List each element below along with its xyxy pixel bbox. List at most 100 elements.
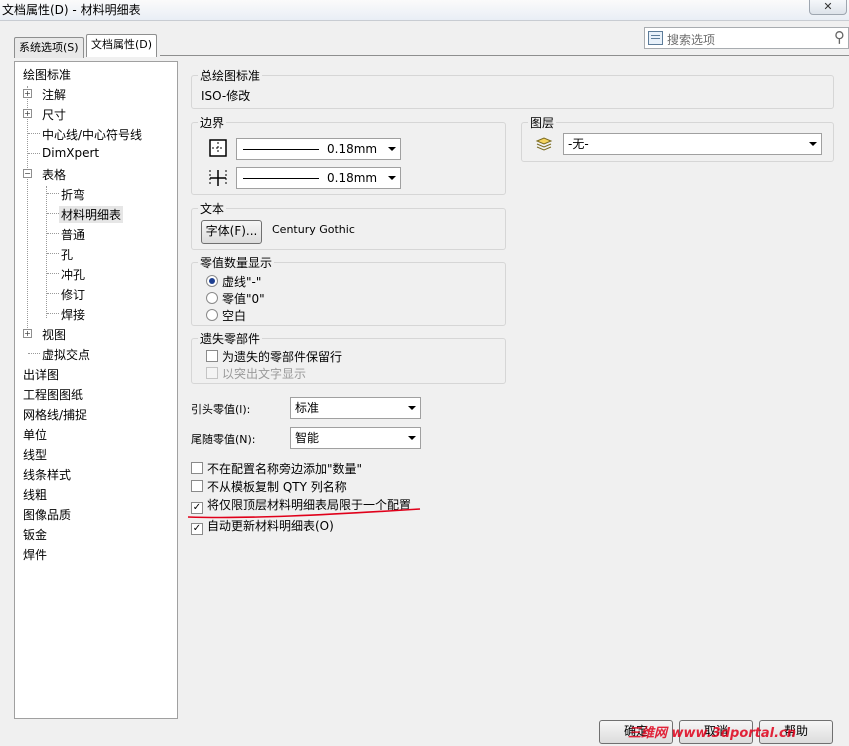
tree-item-units[interactable]: 单位 [23,426,47,443]
leading-zeros-value: 标准 [295,401,320,415]
tree-item-line-thickness[interactable]: 线粗 [23,486,47,503]
tree-item-bom[interactable]: 材料明细表 [59,206,124,223]
title-bar: 文档属性(D) - 材料明细表 ✕ [0,0,849,21]
tree-item-dimensions[interactable]: 尺寸 [42,106,66,123]
search-input[interactable]: 搜索选项 ⚲ [644,27,849,49]
missing-components-label: 遗失零部件 [198,330,263,347]
overall-standard-group: 总绘图标准 ISO-修改 [191,67,834,109]
tree-line [47,253,59,254]
radio-zero[interactable]: 零值"0" [206,290,265,307]
tree-line [47,193,59,194]
tree-item-line-style[interactable]: 线条样式 [23,466,71,483]
tree-item-bend[interactable]: 折弯 [61,186,85,203]
no-quantity-checkbox[interactable]: 不在配置名称旁边添加"数量" [191,460,362,477]
tree-item-centerlines[interactable]: 中心线/中心符号线 [42,126,142,143]
search-placeholder: 搜索选项 [667,33,716,47]
tree-line [47,313,59,314]
checkbox-icon [191,462,203,474]
tree-item-line-font[interactable]: 线型 [23,446,47,463]
overall-standard-label: 总绘图标准 [198,67,263,84]
border-label: 边界 [198,114,227,131]
watermark-text: 三维网 www.3dportal.cn [628,726,797,741]
tab-system-options[interactable]: 系统选项(S) [14,37,84,58]
expand-icon[interactable]: + [23,109,32,118]
search-icon[interactable]: ⚲ [834,28,845,46]
tree-item-grid-snap[interactable]: 网格线/捕捉 [23,406,87,423]
tree-item-image-quality[interactable]: 图像品质 [23,506,71,523]
tree-item-views[interactable]: 视图 [42,326,66,343]
tree-item-tables[interactable]: 表格 [42,166,66,183]
chevron-down-icon [388,147,396,151]
border-group: 边界 0.18mm 0.18mm [191,114,506,195]
checkbox-label: 自动更新材料明细表(O) [207,519,334,533]
tab-document-properties[interactable]: 文档属性(D) [86,34,158,57]
leading-zeros-select[interactable]: 标准 [290,397,421,419]
tree-line [47,233,59,234]
grid-border-value: 0.18mm [327,171,378,185]
leading-zeros-label: 引头零值(l): [191,403,251,416]
collapse-icon[interactable]: − [23,169,32,178]
tree-item-weldments[interactable]: 焊件 [23,546,47,563]
tree-item-revision[interactable]: 修订 [61,286,85,303]
zero-quantity-label: 零值数量显示 [198,254,275,271]
layers-icon [535,137,553,151]
red-underline-annotation [187,508,421,519]
trailing-zeros-label: 尾随零值(N): [191,433,256,446]
tab-label: 文档属性(D) [91,38,153,51]
chevron-down-icon [408,436,416,440]
grid-border-thickness-select[interactable]: 0.18mm [236,167,401,189]
checkbox-label: 为遗失的零部件保留行 [222,350,343,364]
font-name: Century Gothic [272,223,355,236]
layer-label: 图层 [528,114,557,131]
tree-line [28,153,40,154]
radio-icon [206,309,218,321]
tree-item-drawing-sheets[interactable]: 工程图图纸 [23,386,83,403]
overall-standard-value: ISO-修改 [201,89,251,103]
tree-item-general[interactable]: 普通 [61,226,85,243]
strikeout-checkbox[interactable]: 以突出文字显示 [206,365,306,382]
tree-item-dimxpert[interactable]: DimXpert [42,146,99,160]
tree-item-virtual-sharps[interactable]: 虚拟交点 [42,346,90,363]
tree-line [47,213,59,214]
layer-value: -无- [568,137,589,151]
checkbox-icon [206,350,218,362]
tree-item-detailing[interactable]: 出详图 [23,366,59,383]
box-border-thickness-select[interactable]: 0.18mm [236,138,401,160]
tree-item-punch[interactable]: 冲孔 [61,266,85,283]
layer-select[interactable]: -无- [563,133,822,155]
checkbox-icon [191,480,203,492]
radio-blank[interactable]: 空白 [206,307,246,324]
trailing-zeros-value: 智能 [295,431,320,445]
options-list-icon [648,31,663,45]
text-group: 文本 字体(F)... Century Gothic [191,200,506,250]
expand-icon[interactable]: + [23,89,32,98]
chevron-down-icon [408,406,416,410]
expand-icon[interactable]: + [23,329,32,338]
tree-item-hole[interactable]: 孔 [61,246,73,263]
tab-strip-line [160,55,849,56]
close-icon: ✕ [823,0,833,13]
box-border-value: 0.18mm [327,142,378,156]
keep-row-checkbox[interactable]: 为遗失的零部件保留行 [206,348,342,365]
text-label: 文本 [198,200,227,217]
tree-item-weldment[interactable]: 焊接 [61,306,85,323]
trailing-zeros-select[interactable]: 智能 [290,427,421,449]
radio-dash[interactable]: 虚线"-" [206,273,261,290]
font-button[interactable]: 字体(F)... [201,220,262,244]
radio-label: 空白 [222,309,247,323]
tree-item-annotations[interactable]: 注解 [42,86,66,103]
line-sample [243,178,319,179]
tree-line [28,133,40,134]
tree-line [47,293,59,294]
box-border-icon [209,139,227,157]
no-qty-column-checkbox[interactable]: 不从模板复制 QTY 列名称 [191,478,347,495]
close-button[interactable]: ✕ [809,0,847,15]
options-tree[interactable]: 绘图标准 + 注解 + 尺寸 中心线/中心符号线 DimXpert − 表格 折… [14,61,178,719]
radio-icon [206,292,218,304]
tree-item-drawing-standard[interactable]: 绘图标准 [23,66,71,83]
radio-label: 虚线"-" [222,275,262,289]
tree-line [47,273,59,274]
chevron-down-icon [809,142,817,146]
chevron-down-icon [388,176,396,180]
tree-item-sheet-metal[interactable]: 钣金 [23,526,47,543]
